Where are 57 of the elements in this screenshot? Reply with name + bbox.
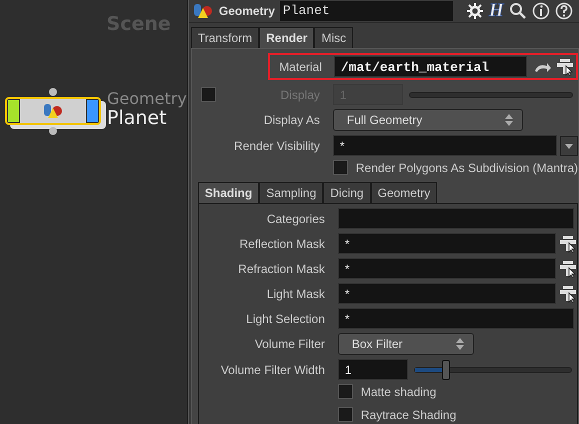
- up-down-arrows-icon: [504, 113, 514, 127]
- field-label: Material: [278, 60, 323, 74]
- field-label: Refraction Mask: [237, 262, 326, 276]
- tab[interactable]: Transform: [190, 27, 260, 48]
- checkbox-label: Matte shading: [360, 384, 436, 398]
- field-label: Volume Filter Width: [220, 362, 326, 376]
- shapes-icon: [42, 102, 64, 120]
- dropdown-menu[interactable]: Box Filter: [338, 333, 474, 355]
- output-port[interactable]: [49, 127, 57, 135]
- tab[interactable]: Sampling: [259, 182, 324, 203]
- node-name: Planet: [107, 108, 167, 128]
- tab[interactable]: Geometry: [370, 182, 438, 203]
- tab[interactable]: Shading: [198, 182, 260, 203]
- text-field[interactable]: *: [338, 233, 556, 254]
- shapes-icon: [192, 2, 214, 20]
- slider-track[interactable]: [408, 92, 573, 98]
- help-icon[interactable]: [554, 2, 573, 20]
- checkbox[interactable]: [338, 384, 353, 399]
- checkbox-label: Render Polygons As Subdivision (Mantra): [356, 160, 578, 174]
- node-name-field[interactable]: Planet: [280, 1, 453, 21]
- field-label: Light Mask: [266, 286, 326, 300]
- node-type-label: Geometry: [218, 4, 275, 18]
- slider[interactable]: [414, 360, 572, 380]
- input-port[interactable]: [49, 88, 57, 96]
- field-label: Reflection Mask: [238, 236, 326, 250]
- field-label: Light Selection: [245, 312, 326, 326]
- field-label: Categories: [266, 212, 326, 226]
- tab[interactable]: Render: [259, 27, 314, 48]
- text-field[interactable]: /mat/earth_material: [334, 56, 527, 77]
- text-field[interactable]: *: [338, 283, 556, 304]
- field-label: Display As: [262, 113, 321, 127]
- text-field[interactable]: [338, 208, 574, 229]
- gear-icon[interactable]: [466, 2, 484, 20]
- slider-thumb[interactable]: [442, 360, 450, 380]
- text-field[interactable]: *: [332, 135, 557, 156]
- up-down-arrows-icon: [454, 337, 465, 351]
- field-label: Volume Filter: [254, 337, 326, 351]
- text-field[interactable]: *: [338, 258, 556, 279]
- checkbox[interactable]: [332, 160, 348, 175]
- text-field[interactable]: 1: [338, 359, 408, 380]
- picker-icon[interactable]: [559, 260, 577, 278]
- checkbox-label: Raytrace Shading: [360, 408, 456, 422]
- checkbox[interactable]: [338, 407, 353, 422]
- field-label: Render Visibility: [233, 138, 321, 152]
- dropdown-menu[interactable]: Full Geometry: [332, 109, 523, 131]
- houdini-menu-button[interactable]: H: [488, 0, 504, 22]
- tab[interactable]: Misc: [314, 27, 354, 48]
- picker-icon[interactable]: [559, 234, 577, 252]
- tab[interactable]: Dicing: [323, 182, 371, 203]
- node-flag[interactable]: [7, 99, 20, 123]
- search-icon[interactable]: [508, 2, 527, 20]
- picker-icon[interactable]: [556, 58, 574, 76]
- node-type-label: Geometry: [107, 88, 187, 108]
- text-field[interactable]: *: [338, 308, 574, 329]
- node-flag[interactable]: [86, 99, 99, 123]
- picker-icon[interactable]: [559, 284, 577, 302]
- info-icon[interactable]: [532, 2, 550, 20]
